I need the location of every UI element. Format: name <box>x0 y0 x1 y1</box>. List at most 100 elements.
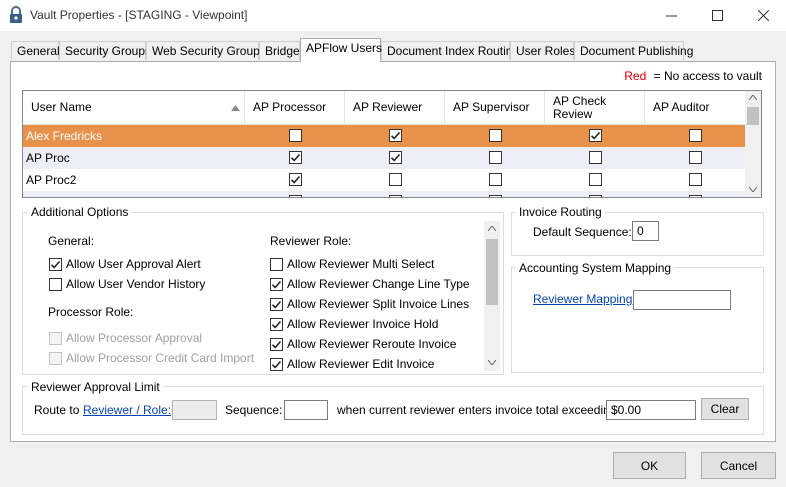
ap-check-review-checkbox[interactable] <box>589 151 602 164</box>
grid-row[interactable]: Alex Fredricks <box>23 125 747 147</box>
grid-row[interactable] <box>23 191 747 198</box>
grid-scroll-thumb[interactable] <box>747 107 759 125</box>
allow-reviewer-edit-invoice-checkbox[interactable] <box>270 357 283 371</box>
column-header-ap-reviewer[interactable]: AP Reviewer <box>345 91 445 125</box>
ap-auditor-checkbox[interactable] <box>689 195 702 197</box>
option-label: Allow Reviewer Reroute Invoice <box>287 337 457 351</box>
ap-check-review-checkbox[interactable] <box>589 173 602 186</box>
checkmark-icon <box>390 196 401 198</box>
allow-reviewer-invoice-hold-option[interactable]: Allow Reviewer Invoice Hold <box>270 317 438 331</box>
column-header-ap-processor[interactable]: AP Processor <box>245 91 345 125</box>
column-header-ap-check-review[interactable]: AP Check Review <box>545 91 645 125</box>
column-header-user-name[interactable]: User Name <box>23 91 245 125</box>
general-heading: General: <box>48 234 95 248</box>
reviewer-role-input[interactable] <box>172 400 217 420</box>
ap-auditor-checkbox[interactable] <box>689 173 702 186</box>
minimize-icon <box>665 15 677 17</box>
allow-user-approval-alert-checkbox[interactable] <box>49 257 62 271</box>
tab-document-index-routing[interactable]: Document Index Routing <box>381 41 519 60</box>
sequence-input[interactable] <box>284 400 328 420</box>
allow-reviewer-change-line-type-checkbox[interactable] <box>270 277 283 291</box>
clear-button[interactable]: Clear <box>701 398 749 420</box>
tab-document-publishing[interactable]: Document Publishing <box>574 41 693 60</box>
ap-reviewer-checkbox[interactable] <box>389 129 402 142</box>
cancel-button[interactable]: Cancel <box>701 452 776 479</box>
option-label: Allow User Vendor History <box>66 277 206 291</box>
grid-row[interactable]: AP Proc <box>23 147 747 169</box>
ap-auditor-checkbox[interactable] <box>689 151 702 164</box>
invoice-routing-title: Invoice Routing <box>516 205 605 219</box>
close-icon <box>757 10 769 21</box>
ap-check-review-checkbox[interactable] <box>589 129 602 142</box>
legend-marker: Red <box>624 69 647 83</box>
tab-user-roles[interactable]: User Roles <box>510 41 575 60</box>
maximize-button[interactable] <box>694 0 740 31</box>
ap-processor-checkbox[interactable] <box>289 151 302 164</box>
ap-processor-checkbox[interactable] <box>289 195 302 197</box>
checkmark-icon <box>390 131 401 140</box>
allow-user-approval-alert-option[interactable]: Allow User Approval Alert <box>49 257 201 271</box>
option-label: Allow Reviewer Multi Select <box>287 257 435 271</box>
allow-reviewer-reroute-invoice-option[interactable]: Allow Reviewer Reroute Invoice <box>270 337 456 351</box>
ok-button[interactable]: OK <box>613 452 686 479</box>
allow-reviewer-change-line-type-option[interactable]: Allow Reviewer Change Line Type <box>270 277 470 291</box>
tab-apflow-users[interactable]: APFlow Users <box>300 38 382 62</box>
close-button[interactable] <box>740 0 786 31</box>
allow-processor-credit-card-import-checkbox <box>49 351 62 365</box>
ap-processor-checkbox[interactable] <box>289 173 302 186</box>
options-scroll-thumb[interactable] <box>486 239 498 305</box>
reviewer-mapping-input[interactable] <box>633 290 731 310</box>
ap-processor-checkbox[interactable] <box>289 129 302 142</box>
tab-web-security-groups[interactable]: Web Security Groups <box>146 41 266 60</box>
grid-row[interactable]: AP Proc2 <box>23 169 747 191</box>
column-header-ap-supervisor[interactable]: AP Supervisor <box>445 91 545 125</box>
default-sequence-input[interactable]: 0 <box>632 221 659 241</box>
processor-role-heading: Processor Role: <box>48 305 134 319</box>
checkmark-icon <box>390 153 401 162</box>
allow-user-vendor-history-option[interactable]: Allow User Vendor History <box>49 277 205 291</box>
access-legend: Red = No access to vault <box>624 69 762 83</box>
users-grid[interactable]: User Name AP Processor AP Reviewer AP Su… <box>22 90 762 198</box>
tab-bridge[interactable]: Bridge <box>259 41 300 60</box>
allow-reviewer-split-invoice-lines-option[interactable]: Allow Reviewer Split Invoice Lines <box>270 297 469 311</box>
tab-security-groups[interactable]: Security Groups <box>59 41 151 60</box>
reviewer-role-heading: Reviewer Role: <box>270 234 352 248</box>
tab-general[interactable]: General <box>11 41 60 60</box>
options-scrollbar[interactable] <box>484 221 500 371</box>
ap-supervisor-checkbox[interactable] <box>489 129 502 142</box>
legend-text: = No access to vault <box>653 69 762 83</box>
scroll-down-icon[interactable] <box>488 360 496 365</box>
route-to-label: Route to <box>34 403 80 417</box>
ap-supervisor-checkbox[interactable] <box>489 173 502 186</box>
option-label: Allow Processor Approval <box>66 331 203 345</box>
grid-scrollbar[interactable] <box>745 91 761 197</box>
allow-reviewer-multi-select-option[interactable]: Allow Reviewer Multi Select <box>270 257 434 271</box>
ap-reviewer-checkbox[interactable] <box>389 173 402 186</box>
ap-reviewer-checkbox[interactable] <box>389 195 402 198</box>
approval-limit-title: Reviewer Approval Limit <box>28 380 163 394</box>
approval-amount-input[interactable]: $0.00 <box>606 400 696 420</box>
allow-reviewer-split-invoice-lines-checkbox[interactable] <box>270 297 283 311</box>
ap-supervisor-checkbox[interactable] <box>489 151 502 164</box>
checkmark-icon <box>271 300 282 309</box>
minimize-button[interactable] <box>648 0 694 31</box>
user-name-cell: AP Proc <box>26 151 70 165</box>
window-title: Vault Properties - [STAGING - Viewpoint] <box>30 8 248 22</box>
allow-user-vendor-history-checkbox[interactable] <box>49 277 62 291</box>
checkmark-icon <box>590 131 601 140</box>
scroll-up-icon[interactable] <box>749 95 757 100</box>
scroll-up-icon[interactable] <box>488 226 496 231</box>
ap-auditor-checkbox[interactable] <box>689 129 702 142</box>
scroll-down-icon[interactable] <box>749 187 757 192</box>
ap-reviewer-checkbox[interactable] <box>389 151 402 164</box>
column-header-ap-auditor[interactable]: AP Auditor <box>645 91 747 125</box>
allow-reviewer-reroute-invoice-checkbox[interactable] <box>270 337 283 351</box>
allow-reviewer-multi-select-checkbox[interactable] <box>270 257 283 271</box>
allow-reviewer-edit-invoice-option[interactable]: Allow Reviewer Edit Invoice <box>270 357 434 371</box>
checkmark-icon <box>271 340 282 349</box>
reviewer-role-link[interactable]: Reviewer / Role: <box>83 403 171 417</box>
ap-supervisor-checkbox[interactable] <box>489 195 502 197</box>
reviewer-mapping-link[interactable]: Reviewer Mapping: <box>533 292 636 306</box>
ap-check-review-checkbox[interactable] <box>589 195 602 197</box>
allow-reviewer-invoice-hold-checkbox[interactable] <box>270 317 283 331</box>
